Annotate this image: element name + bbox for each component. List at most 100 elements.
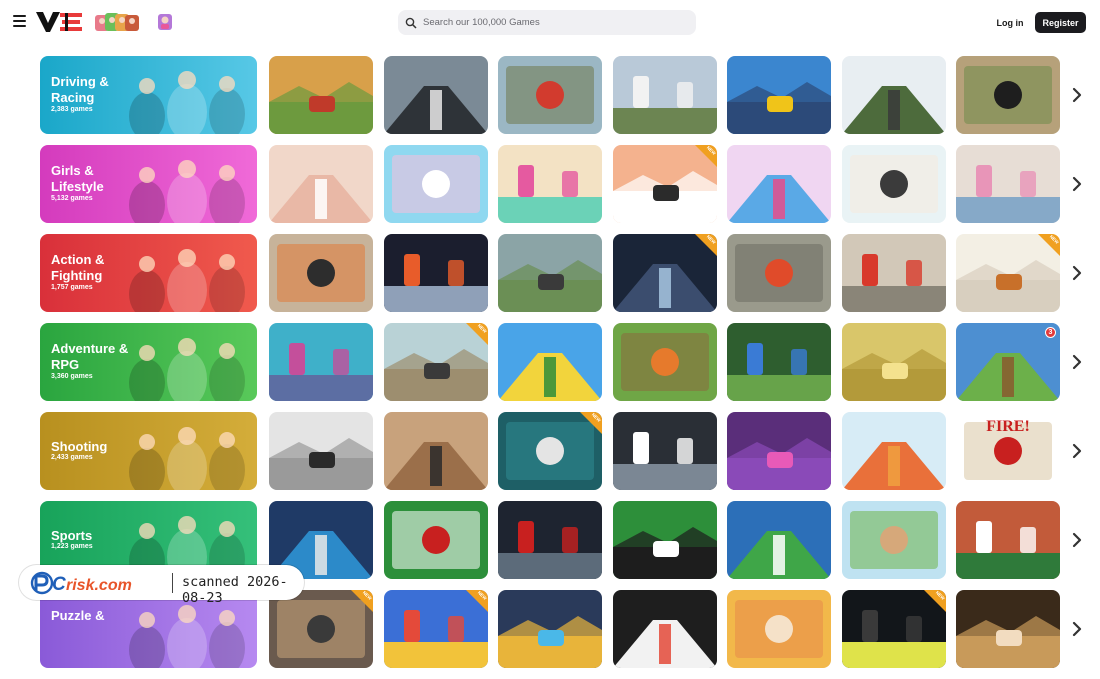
watermark-text: scanned 2026-08-23 [182, 574, 288, 606]
register-button[interactable]: Register [1035, 12, 1086, 33]
game-tile[interactable] [727, 412, 831, 490]
game-tile[interactable] [498, 145, 602, 223]
game-thumbnail [842, 501, 946, 579]
game-thumbnail [727, 234, 831, 312]
game-tile[interactable]: NEW [613, 145, 717, 223]
game-thumbnail [269, 145, 373, 223]
game-tile[interactable] [269, 412, 373, 490]
game-tile[interactable] [384, 501, 488, 579]
game-tile[interactable]: NEW [842, 590, 946, 668]
game-tile[interactable]: NEW [956, 234, 1060, 312]
game-tile[interactable] [498, 56, 602, 134]
game-thumbnail [727, 56, 831, 134]
game-tile[interactable] [727, 590, 831, 668]
search-placeholder: Search our 100,000 Games [423, 17, 540, 28]
game-tile[interactable] [842, 234, 946, 312]
game-tile[interactable] [384, 234, 488, 312]
game-tile[interactable]: NEW [498, 412, 602, 490]
chevron-right-icon[interactable] [1070, 354, 1084, 370]
game-tile[interactable] [956, 501, 1060, 579]
game-thumbnail [842, 56, 946, 134]
game-tile[interactable]: NEW [384, 323, 488, 401]
game-thumbnail [269, 323, 373, 401]
chevron-right-icon[interactable] [1070, 265, 1084, 281]
category-card[interactable]: Shooting 2,433 games [40, 412, 257, 490]
game-tile[interactable] [269, 56, 373, 134]
game-tile[interactable] [842, 323, 946, 401]
game-thumbnail [613, 56, 717, 134]
game-tile[interactable] [842, 145, 946, 223]
game-thumbnail [498, 590, 602, 668]
game-tile[interactable] [727, 145, 831, 223]
game-tile[interactable] [956, 56, 1060, 134]
game-thumbnail [613, 501, 717, 579]
game-tile[interactable] [613, 590, 717, 668]
game-tile[interactable]: NEW [384, 590, 488, 668]
game-tile[interactable] [269, 234, 373, 312]
game-tile[interactable] [727, 56, 831, 134]
game-thumbnail [727, 412, 831, 490]
game-tile[interactable] [842, 412, 946, 490]
game-tile[interactable] [498, 234, 602, 312]
game-thumbnail [956, 590, 1060, 668]
game-tile[interactable] [842, 501, 946, 579]
category-game-count: 2,433 games [51, 454, 93, 461]
game-tile[interactable] [727, 234, 831, 312]
game-thumbnail [727, 323, 831, 401]
category-title: Driving & Racing [51, 74, 109, 105]
category-row: Girls & Lifestyle 5,132 games NEW [40, 145, 1100, 223]
game-thumbnail [384, 501, 488, 579]
game-thumbnail [613, 590, 717, 668]
game-thumbnail [613, 323, 717, 401]
search-input[interactable]: Search our 100,000 Games [398, 10, 696, 35]
game-tile[interactable] [956, 145, 1060, 223]
category-card[interactable]: Action & Fighting 1,757 games [40, 234, 257, 312]
game-tile[interactable] [269, 145, 373, 223]
game-thumbnail [727, 501, 831, 579]
chevron-right-icon[interactable] [1070, 621, 1084, 637]
game-tile[interactable] [498, 323, 602, 401]
chevron-right-icon[interactable] [1070, 532, 1084, 548]
chevron-right-icon[interactable] [1070, 87, 1084, 103]
game-tile[interactable] [956, 590, 1060, 668]
game-tile[interactable] [384, 145, 488, 223]
game-tile[interactable]: FIRE! [956, 412, 1060, 490]
game-thumbnail [842, 323, 946, 401]
watermark-separator [172, 573, 173, 593]
category-game-count: 1,757 games [51, 284, 93, 291]
game-tile[interactable] [384, 412, 488, 490]
login-button[interactable]: Log in [992, 12, 1028, 33]
category-card[interactable]: Driving & Racing 2,383 games [40, 56, 257, 134]
game-tile[interactable] [384, 56, 488, 134]
game-tile[interactable] [613, 56, 717, 134]
search-icon [405, 17, 417, 29]
hamburger-menu-icon[interactable] [13, 15, 26, 27]
chevron-right-icon[interactable] [1070, 443, 1084, 459]
featured-games-icon[interactable] [95, 12, 141, 32]
game-tile[interactable] [269, 323, 373, 401]
category-row: Action & Fighting 1,757 games NEW NEW [40, 234, 1100, 312]
game-tile[interactable]: 3 [956, 323, 1060, 401]
game-tile[interactable] [613, 412, 717, 490]
chevron-right-icon[interactable] [1070, 176, 1084, 192]
logo-icon[interactable] [36, 11, 84, 33]
category-title: Sports [51, 528, 93, 543]
game-thumbnail [842, 412, 946, 490]
game-tile[interactable] [498, 590, 602, 668]
game-tile[interactable] [727, 323, 831, 401]
game-thumbnail [956, 145, 1060, 223]
game-thumbnail [269, 412, 373, 490]
game-tile[interactable] [498, 501, 602, 579]
game-tile[interactable] [613, 323, 717, 401]
category-card[interactable]: Adventure & RPG 3,360 games [40, 323, 257, 401]
game-tile[interactable] [613, 501, 717, 579]
category-card[interactable]: Girls & Lifestyle 5,132 games [40, 145, 257, 223]
game-thumbnail [384, 56, 488, 134]
game-tile[interactable]: NEW [613, 234, 717, 312]
game-thumbnail [613, 412, 717, 490]
game-thumbnail-caption: FIRE! [986, 418, 1030, 435]
category-game-count: 1,223 games [51, 543, 93, 550]
game-tile[interactable] [842, 56, 946, 134]
game-tile[interactable] [727, 501, 831, 579]
promo-character-icon[interactable] [157, 13, 173, 31]
